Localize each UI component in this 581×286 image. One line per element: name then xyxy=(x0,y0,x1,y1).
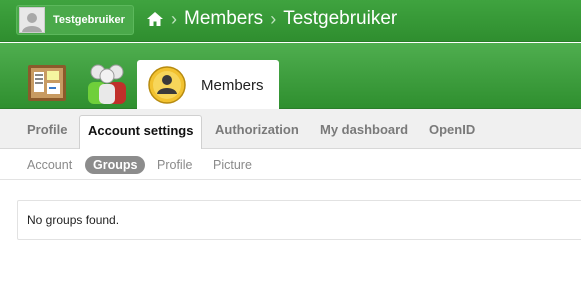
app-tab-members-label: Members xyxy=(201,76,264,94)
user-silhouette-icon xyxy=(22,13,42,32)
app-tab-members[interactable]: Members xyxy=(137,60,279,110)
breadcrumb: › Members › Testgebruiker xyxy=(146,8,397,30)
tab-my-dashboard[interactable]: My dashboard xyxy=(312,115,416,149)
breadcrumb-current: Testgebruiker xyxy=(283,8,398,29)
user-name: Testgebruiker xyxy=(53,14,125,26)
app-switcher: Members xyxy=(0,43,581,111)
sub-tabs: Account Groups Profile Picture xyxy=(0,149,581,180)
empty-state-message: No groups found. xyxy=(17,200,581,240)
main-content: No groups found. xyxy=(0,181,581,286)
section-tabs: Profile Account settings Authorization M… xyxy=(0,109,581,150)
subtab-groups[interactable]: Groups xyxy=(85,156,146,174)
tab-openid[interactable]: OpenID xyxy=(421,115,483,149)
user-menu[interactable]: Testgebruiker xyxy=(16,5,134,35)
home-icon[interactable] xyxy=(146,10,164,28)
breadcrumb-members[interactable]: Members xyxy=(184,8,263,30)
member-icon xyxy=(147,65,187,105)
subtab-profile[interactable]: Profile xyxy=(157,156,192,174)
subtab-picture[interactable]: Picture xyxy=(213,156,252,174)
chevron-right-icon: › xyxy=(171,8,177,29)
corkboard-app-icon[interactable] xyxy=(27,64,67,107)
tab-authorization[interactable]: Authorization xyxy=(207,115,307,149)
chevron-right-icon: › xyxy=(270,8,277,29)
top-header-bar: Testgebruiker › Members › Testgebruiker xyxy=(0,0,581,42)
avatar xyxy=(19,7,45,33)
tab-profile[interactable]: Profile xyxy=(19,115,75,149)
users-app-icon[interactable] xyxy=(86,62,128,111)
tab-account-settings[interactable]: Account settings xyxy=(79,115,203,150)
subtab-account[interactable]: Account xyxy=(27,156,72,174)
